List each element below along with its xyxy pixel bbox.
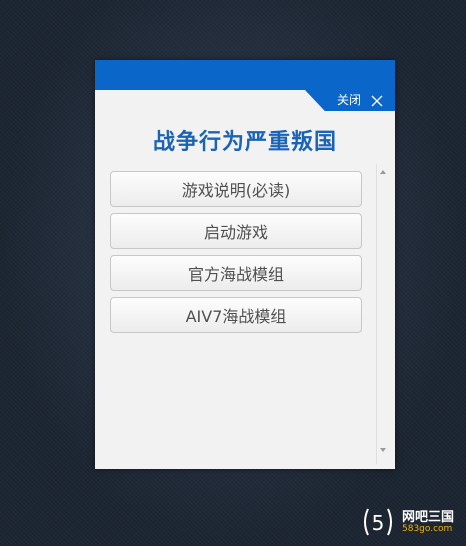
scrollbar[interactable] — [376, 164, 388, 464]
window-title: 战争行为严重叛国 — [152, 130, 337, 155]
watermark-logo-glyph: 5 — [372, 511, 385, 535]
close-icon — [371, 95, 383, 106]
close-button[interactable]: 关闭 — [337, 90, 383, 111]
close-label: 关闭 — [336, 93, 361, 107]
menu-list: 游戏说明(必读) 启动游戏 官方海战模组 AIV7海战模组 — [110, 171, 362, 339]
official-naval-mod-button[interactable]: 官方海战模组 — [110, 255, 362, 291]
game-instructions-button[interactable]: 游戏说明(必读) — [110, 171, 362, 207]
scroll-down-arrow-icon[interactable] — [380, 448, 386, 452]
launcher-window: 关闭 战争行为严重叛国 游戏说明(必读) 启动游戏 官方海战模组 AIV7海战模… — [95, 60, 395, 469]
launch-game-button[interactable]: 启动游戏 — [110, 213, 362, 249]
aiv7-naval-mod-button[interactable]: AIV7海战模组 — [110, 297, 362, 333]
header-band — [95, 60, 395, 90]
watermark: 5 网吧三国 583go.com — [360, 503, 464, 541]
scroll-up-arrow-icon[interactable] — [380, 170, 386, 174]
watermark-logo-icon: 5 — [364, 508, 392, 536]
watermark-name: 网吧三国 — [402, 510, 455, 525]
window-header: 关闭 — [95, 60, 395, 111]
watermark-site: 583go.com — [402, 524, 453, 534]
